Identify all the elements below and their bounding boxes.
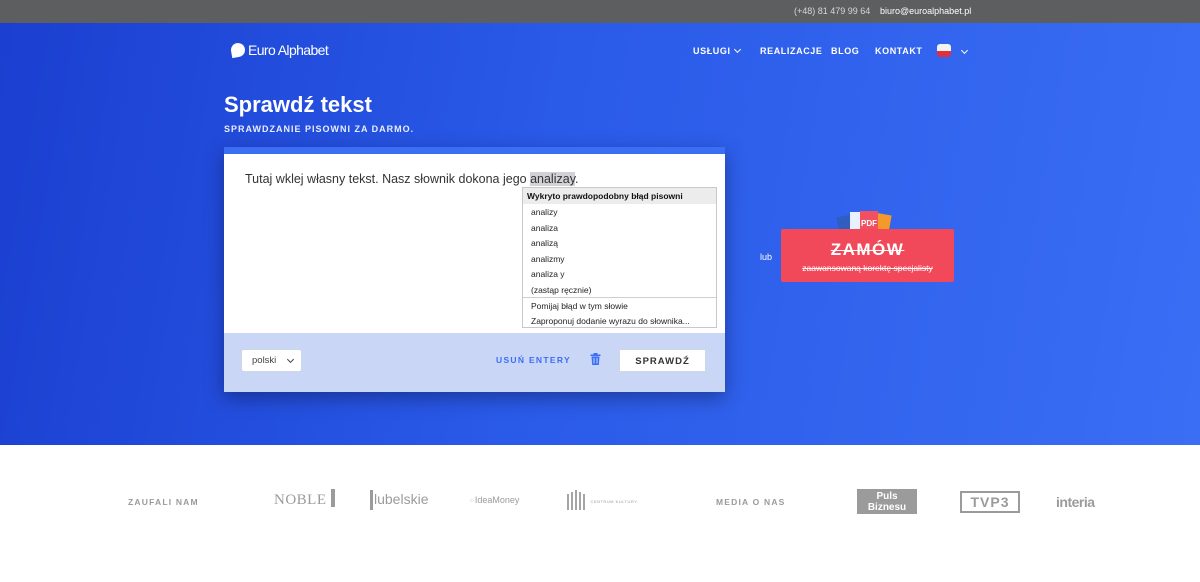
centrum-kultury-logo-text: CENTRUM KULTURY xyxy=(590,499,638,504)
pdf-label: PDF xyxy=(861,219,877,228)
ideamoney-logo-text: IdeaMoney xyxy=(474,495,520,505)
suggestion-item[interactable]: analizmy xyxy=(523,251,716,267)
editor-toolbar: polski USUŃ ENTERY SPRAWDŹ xyxy=(224,333,725,392)
interia-logo: interia xyxy=(1056,494,1095,510)
chevron-down-icon xyxy=(733,45,741,54)
order-button-title: ZAMÓW xyxy=(830,240,905,259)
email-link[interactable]: biuro@euroalphabet.pl xyxy=(880,6,971,16)
trusted-label: ZAUFALI NAM xyxy=(128,497,199,507)
nav-realizacje[interactable]: REALIZACJE xyxy=(760,46,823,56)
text-area[interactable]: Tutaj wklej własny tekst. Nasz słownik d… xyxy=(245,172,579,186)
ideamoney-logo: ⁘IdeaMoney xyxy=(469,495,519,505)
l-mark-icon xyxy=(370,490,373,510)
order-button-subtitle: zaawansowaną korektę specjalisty xyxy=(802,263,933,273)
puls-biznesu-logo: Puls Biznesu xyxy=(857,489,917,514)
text-content-end: . xyxy=(575,172,579,186)
phone-link[interactable]: (+48) 81 479 99 64 xyxy=(794,6,870,16)
top-bar: (+48) 81 479 99 64 biuro@euroalphabet.pl xyxy=(0,0,1200,23)
lubelskie-logo: lubelskie xyxy=(370,490,428,510)
or-label: lub xyxy=(760,252,773,262)
editor-accent-bar xyxy=(224,147,725,154)
suggestion-item[interactable]: analiza y xyxy=(523,266,716,282)
ignore-error-item[interactable]: Pomijaj błąd w tym słowie xyxy=(523,297,716,313)
lubelskie-logo-text: lubelskie xyxy=(374,491,429,507)
suggestion-item[interactable]: analizą xyxy=(523,235,716,251)
page-subtitle: SPRAWDZANIE PISOWNI ZA DARMO. xyxy=(224,124,415,134)
add-to-dictionary-item[interactable]: Zaproponuj dodanie wyrazu do słownika... xyxy=(523,313,716,329)
language-select[interactable]: polski xyxy=(241,349,302,372)
logo-text: Euro Alphabet xyxy=(248,42,329,58)
spellcheck-popup: Wykryto prawdopodobny błąd pisowni anali… xyxy=(522,187,717,328)
media-label: MEDIA O NAS xyxy=(716,497,786,507)
remove-enters-button[interactable]: USUŃ ENTERY xyxy=(496,355,571,365)
chevron-down-icon xyxy=(960,46,969,55)
text-content: Tutaj wklej własny tekst. Nasz słownik d… xyxy=(245,172,531,186)
noble-logo-text: NOBLE xyxy=(274,492,327,508)
centrum-kultury-logo: CENTRUM KULTURY xyxy=(566,490,637,510)
chevron-down-icon xyxy=(286,355,295,364)
language-dropdown[interactable] xyxy=(958,46,969,57)
figure-icon xyxy=(330,489,335,507)
building-icon xyxy=(567,490,585,510)
popup-header: Wykryto prawdopodobny błąd pisowni xyxy=(523,188,716,204)
page-title: Sprawdź tekst xyxy=(224,92,372,117)
pl-flag-icon[interactable] xyxy=(937,44,951,57)
trash-icon[interactable] xyxy=(590,353,601,365)
misspelled-word[interactable]: analizay xyxy=(530,172,576,186)
suggestion-item[interactable]: analizy xyxy=(523,204,716,220)
nav-blog[interactable]: BLOG xyxy=(831,46,859,56)
nav-uslugi-label: USŁUGI xyxy=(693,46,731,56)
language-select-value: polski xyxy=(252,355,277,366)
nav-uslugi[interactable]: USŁUGI xyxy=(693,45,741,56)
speech-bubble-icon xyxy=(229,41,247,59)
suggestion-item[interactable]: analiza xyxy=(523,220,716,236)
logo[interactable]: Euro Alphabet xyxy=(229,41,329,59)
tvp3-logo: TVP3 xyxy=(960,491,1020,513)
check-button[interactable]: SPRAWDŹ xyxy=(619,349,706,372)
nav-kontakt[interactable]: KONTAKT xyxy=(875,46,923,56)
replace-manually-item[interactable]: (zastąp ręcznie) xyxy=(523,282,716,298)
order-button[interactable]: ZAMÓW zaawansowaną korektę specjalisty xyxy=(781,229,954,282)
spellcheck-editor: Tutaj wklej własny tekst. Nasz słownik d… xyxy=(224,147,725,392)
noble-logo: NOBLE xyxy=(274,489,335,509)
